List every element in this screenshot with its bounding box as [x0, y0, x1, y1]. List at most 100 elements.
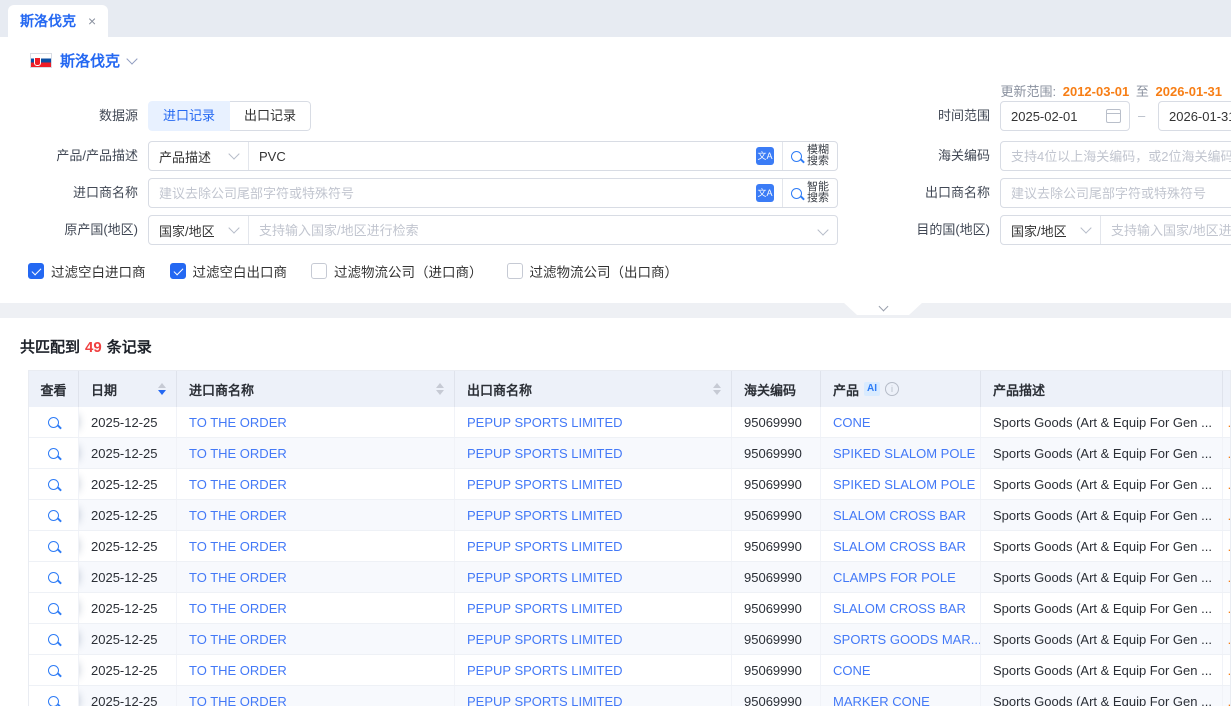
importer-link[interactable]: TO THE ORDER [189, 663, 287, 678]
view-record-icon[interactable] [48, 665, 59, 676]
product-link[interactable]: SPIKED SLALOM POLE [833, 446, 975, 461]
importer-link[interactable]: TO THE ORDER [189, 539, 287, 554]
importer-link[interactable]: TO THE ORDER [189, 446, 287, 461]
row-view-cell [29, 469, 79, 499]
translate-icon[interactable]: 文A [756, 147, 774, 165]
product-link[interactable]: SPORTS GOODS MAR... [833, 632, 981, 647]
view-record-icon[interactable] [48, 634, 59, 645]
date-from-input[interactable] [1001, 109, 1106, 124]
exporter-link[interactable]: PEPUP SPORTS LIMITED [467, 477, 623, 492]
column-header-importer[interactable]: 进口商名称 [177, 371, 455, 407]
hs-code-label: 海关编码 [858, 141, 990, 171]
view-record-icon[interactable] [48, 696, 59, 706]
update-range-sep: 至 [1136, 84, 1149, 99]
importer-input[interactable] [149, 180, 748, 206]
tab-bar: 斯洛伐克 × [0, 0, 1231, 37]
sort-icons[interactable] [713, 383, 721, 395]
importer-link[interactable]: TO THE ORDER [189, 694, 287, 706]
date-cell: 2025-12-25 [79, 593, 177, 623]
checkbox-unchecked-icon[interactable] [311, 263, 327, 279]
close-icon[interactable]: × [88, 13, 96, 29]
datasource-label: 数据源 [0, 101, 138, 131]
smart-search-button[interactable]: 智能 搜索 [782, 179, 837, 207]
exporter-link[interactable]: PEPUP SPORTS LIMITED [467, 601, 623, 616]
filter-checkbox-1[interactable]: 过滤空白出口商 [170, 261, 288, 281]
exporter-link[interactable]: PEPUP SPORTS LIMITED [467, 570, 623, 585]
origin-country-input[interactable] [249, 217, 819, 243]
importer-link[interactable]: TO THE ORDER [189, 570, 287, 585]
view-record-icon[interactable] [48, 417, 59, 428]
table-header-row: 查看 日期 进口商名称 出口商名称 海关编码 产品 AI i [29, 371, 1230, 407]
extra-cell: … [1223, 655, 1231, 685]
view-record-icon[interactable] [48, 510, 59, 521]
view-record-icon[interactable] [48, 541, 59, 552]
product-link[interactable]: CONE [833, 415, 871, 430]
view-record-icon[interactable] [48, 603, 59, 614]
hs-code-input[interactable] [1001, 149, 1231, 164]
view-record-icon[interactable] [48, 448, 59, 459]
importer-link[interactable]: TO THE ORDER [189, 508, 287, 523]
importer-link[interactable]: TO THE ORDER [189, 632, 287, 647]
filter-checkbox-0[interactable]: 过滤空白进口商 [28, 261, 146, 281]
product-link[interactable]: SLALOM CROSS BAR [833, 601, 966, 616]
checkbox-checked-icon[interactable] [28, 263, 44, 279]
exporter-link[interactable]: PEPUP SPORTS LIMITED [467, 663, 623, 678]
destination-select[interactable]: 国家/地区 [1001, 216, 1101, 244]
product-link[interactable]: SPIKED SLALOM POLE [833, 477, 975, 492]
row-view-cell [29, 438, 79, 468]
calendar-icon[interactable] [1106, 109, 1121, 123]
column-header-exporter[interactable]: 出口商名称 [455, 371, 732, 407]
sort-icons[interactable] [436, 383, 444, 395]
extra-cell: … [1223, 500, 1231, 530]
product-label: 产品/产品描述 [0, 141, 138, 171]
origin-country-select[interactable]: 国家/地区 [149, 216, 249, 244]
filter-checkbox-3[interactable]: 过滤物流公司（出口商） [507, 261, 679, 281]
table-body: 2025-12-25 TO THE ORDER PEPUP SPORTS LIMIT… [29, 407, 1230, 706]
product-link[interactable]: CLAMPS FOR POLE [833, 570, 956, 585]
exporter-link[interactable]: PEPUP SPORTS LIMITED [467, 632, 623, 647]
importer-link[interactable]: TO THE ORDER [189, 415, 287, 430]
filter-checkbox-label: 过滤空白出口商 [193, 261, 288, 281]
info-icon[interactable]: i [885, 382, 899, 396]
destination-input[interactable] [1101, 223, 1231, 238]
checkbox-checked-icon[interactable] [170, 263, 186, 279]
translate-icon[interactable]: 文A [756, 184, 774, 202]
extra-cell: … [1223, 531, 1231, 561]
country-selector[interactable]: 斯洛伐克 [30, 50, 136, 71]
column-header-date[interactable]: 日期 [79, 371, 177, 407]
exporter-link[interactable]: PEPUP SPORTS LIMITED [467, 446, 623, 461]
product-input[interactable] [249, 143, 748, 169]
exporter-link[interactable]: PEPUP SPORTS LIMITED [467, 539, 623, 554]
export-records-tab[interactable]: 出口记录 [230, 101, 311, 131]
date-to-field[interactable] [1158, 101, 1231, 131]
import-records-tab[interactable]: 进口记录 [148, 101, 230, 131]
filter-checkbox-2[interactable]: 过滤物流公司（进口商） [311, 261, 483, 281]
product-link[interactable]: SLALOM CROSS BAR [833, 539, 966, 554]
view-record-icon[interactable] [48, 479, 59, 490]
exporter-link[interactable]: PEPUP SPORTS LIMITED [467, 508, 623, 523]
sort-icons[interactable] [158, 383, 166, 395]
exporter-input[interactable] [1001, 186, 1231, 201]
view-record-icon[interactable] [48, 572, 59, 583]
exporter-field[interactable] [1000, 178, 1231, 208]
slovakia-flag-icon [30, 53, 52, 68]
importer-link[interactable]: TO THE ORDER [189, 477, 287, 492]
date-from-field[interactable] [1000, 101, 1130, 131]
fuzzy-search-button[interactable]: 模糊 搜索 [782, 142, 837, 170]
country-tab[interactable]: 斯洛伐克 × [8, 5, 108, 37]
collapse-form-button[interactable] [843, 302, 923, 315]
product-link[interactable]: CONE [833, 663, 871, 678]
date-cell: 2025-12-25 [79, 562, 177, 592]
checkbox-unchecked-icon[interactable] [507, 263, 523, 279]
importer-link[interactable]: TO THE ORDER [189, 601, 287, 616]
product-type-select[interactable]: 产品描述 [149, 142, 249, 170]
exporter-link[interactable]: PEPUP SPORTS LIMITED [467, 694, 623, 706]
exporter-link[interactable]: PEPUP SPORTS LIMITED [467, 415, 623, 430]
destination-select-value: 国家/地区 [1011, 221, 1067, 240]
product-link[interactable]: MARKER CONE [833, 694, 930, 706]
product-cell: CLAMPS FOR POLE [821, 562, 981, 592]
date-to-input[interactable] [1159, 109, 1231, 124]
hs-code-field[interactable] [1000, 141, 1231, 171]
product-cell: SLALOM CROSS BAR [821, 531, 981, 561]
product-link[interactable]: SLALOM CROSS BAR [833, 508, 966, 523]
